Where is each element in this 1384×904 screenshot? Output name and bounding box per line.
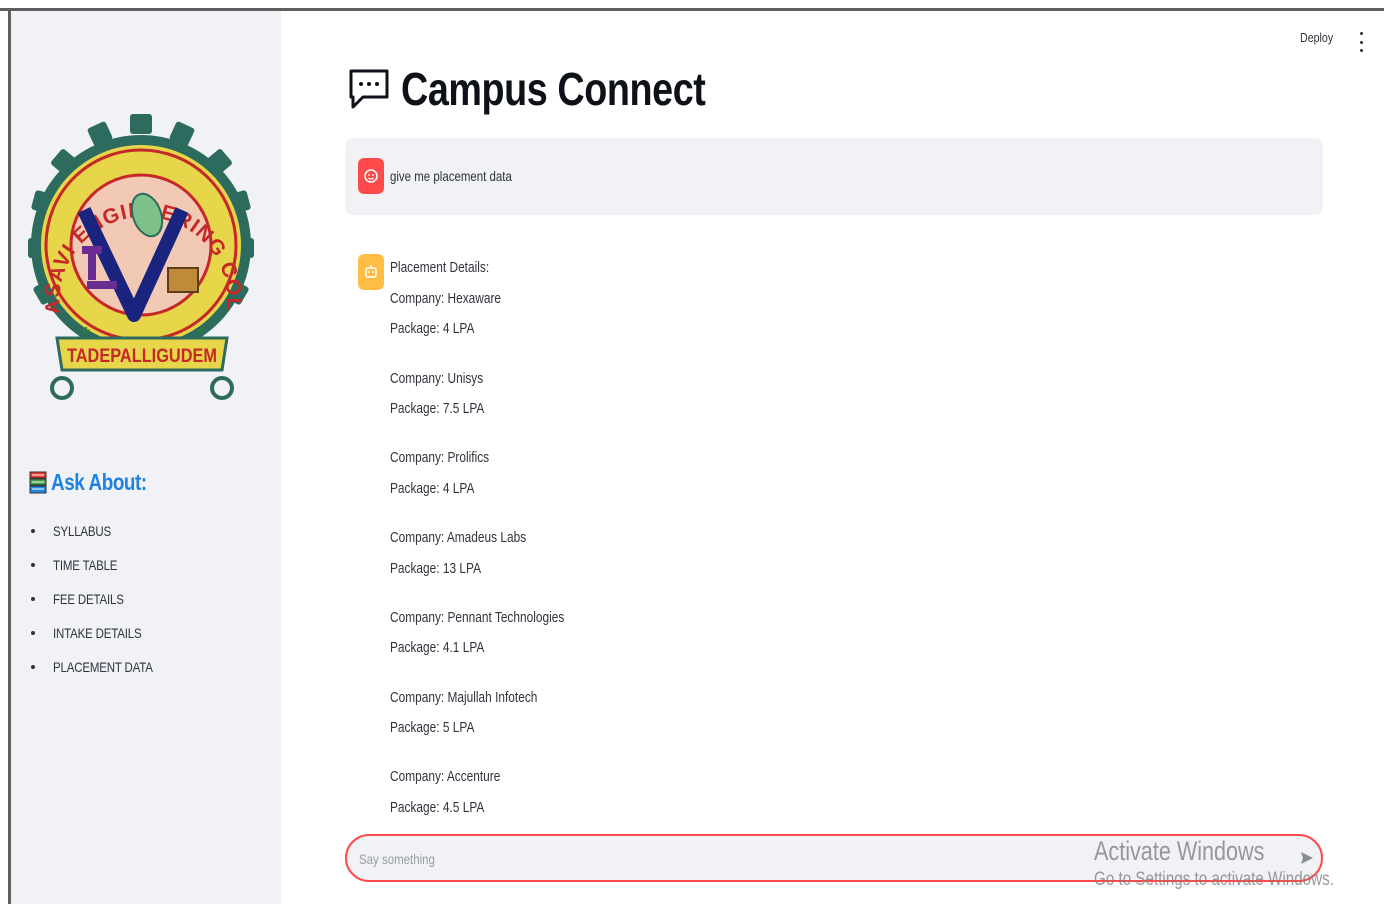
placement-package: Package: 4.1 LPA bbox=[390, 640, 485, 656]
ask-item-time-table: TIME TABLE bbox=[29, 548, 175, 582]
assistant-chat-message: Placement Details: Company: Hexaware Pac… bbox=[345, 240, 1323, 830]
ask-about-heading: Ask About: bbox=[29, 469, 168, 496]
ask-about-list: SYLLABUS TIME TABLE FEE DETAILS INTAKE D… bbox=[29, 514, 175, 684]
robot-icon bbox=[365, 265, 377, 278]
user-avatar bbox=[358, 158, 384, 194]
placement-package: Package: 13 LPA bbox=[390, 561, 482, 577]
placement-package: Package: 5 LPA bbox=[390, 720, 475, 736]
placement-package: Package: 4 LPA bbox=[390, 481, 475, 497]
books-icon bbox=[29, 471, 47, 493]
ask-item-intake-details: INTAKE DETAILS bbox=[29, 616, 175, 650]
svg-text:+: + bbox=[82, 322, 90, 338]
page-title: Campus Connect bbox=[401, 63, 706, 115]
speech-balloon-icon bbox=[349, 69, 389, 109]
ask-item-placement-data: PLACEMENT DATA bbox=[29, 650, 175, 684]
placement-package: Package: 7.5 LPA bbox=[390, 401, 485, 417]
user-chat-message: give me placement data bbox=[345, 138, 1323, 215]
chat-input[interactable] bbox=[359, 846, 1097, 872]
page-title-row: Campus Connect bbox=[347, 62, 772, 116]
svg-text:+: + bbox=[197, 322, 205, 338]
placement-package: Package: 4.5 LPA bbox=[390, 800, 485, 816]
chat-input-container bbox=[345, 834, 1323, 882]
placement-company: Company: Majullah Infotech bbox=[390, 690, 538, 706]
sidebar: SRI VASAVI ENGINEERING COLLEGE + + TADEP… bbox=[11, 11, 281, 904]
placement-company: Company: Accenture bbox=[390, 769, 501, 785]
kebab-menu-icon[interactable] bbox=[1356, 32, 1366, 52]
deploy-button[interactable]: Deploy bbox=[1300, 30, 1333, 45]
user-message-text: give me placement data bbox=[390, 168, 512, 184]
assistant-avatar bbox=[358, 254, 384, 290]
ask-about-title: Ask About: bbox=[51, 469, 147, 495]
placement-company: Company: Amadeus Labs bbox=[390, 530, 527, 546]
ask-item-fee-details: FEE DETAILS bbox=[29, 582, 175, 616]
college-logo: SRI VASAVI ENGINEERING COLLEGE + + TADEP… bbox=[22, 110, 254, 400]
placement-company: Company: Prolifics bbox=[390, 450, 490, 466]
svg-text:TADEPALLIGUDEM: TADEPALLIGUDEM bbox=[67, 346, 217, 367]
placement-company: Company: Hexaware bbox=[390, 291, 502, 307]
send-icon[interactable] bbox=[1297, 848, 1317, 868]
ask-item-syllabus: SYLLABUS bbox=[29, 514, 175, 548]
user-face-icon bbox=[364, 169, 378, 183]
placement-package: Package: 4 LPA bbox=[390, 321, 475, 337]
placement-heading: Placement Details: bbox=[390, 260, 490, 276]
placement-company: Company: Unisys bbox=[390, 371, 484, 387]
placement-company: Company: Pennant Technologies bbox=[390, 610, 565, 626]
